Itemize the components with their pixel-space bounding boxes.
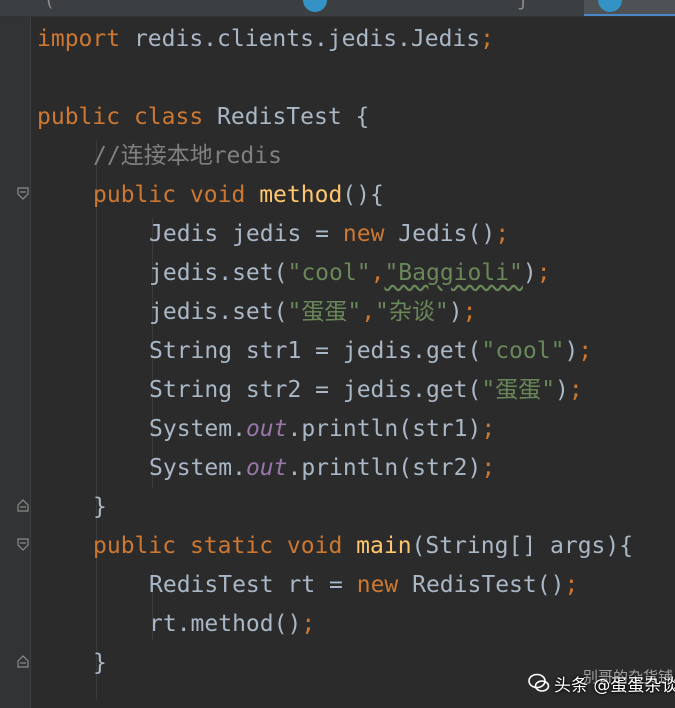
editor-tab-partial[interactable]: (	[44, 0, 55, 11]
close-brace: }	[93, 650, 107, 676]
keyword-new: new	[356, 572, 399, 598]
comma: ,	[361, 299, 376, 325]
declaration: RedisTest rt =	[149, 572, 357, 598]
code-line-set-2[interactable]: jedis.set("蛋蛋","杂谈");	[149, 293, 476, 332]
close-brace: }	[93, 494, 107, 520]
code-line-rt-call[interactable]: rt.method();	[149, 605, 315, 644]
editor-gutter	[0, 17, 30, 708]
wechat-logo-icon	[528, 673, 550, 692]
semicolon: ;	[564, 572, 579, 598]
method-call: jedis.set(	[149, 260, 288, 286]
keyword-static: static	[189, 533, 274, 559]
close-paren: )	[522, 260, 537, 286]
fold-collapse-icon[interactable]	[17, 538, 29, 551]
semicolon: ;	[536, 260, 551, 286]
static-field: out	[245, 455, 288, 481]
close-paren: )	[448, 299, 463, 325]
string-literal: "蛋蛋"	[481, 377, 556, 403]
method-params: (String[] args){	[411, 533, 634, 559]
code-editor[interactable]: ( j import redis.clients.jedis.Jedis; pu…	[0, 0, 675, 708]
editor-tab-partial-2[interactable]: j	[517, 0, 528, 11]
close-paren: )	[555, 377, 569, 403]
code-line-print-1[interactable]: System.out.println(str1);	[149, 410, 495, 449]
code-line-class-decl[interactable]: public class RedisTest {	[37, 98, 369, 137]
static-field: out	[245, 416, 288, 442]
keyword-class: class	[133, 104, 204, 130]
fold-end-icon[interactable]	[17, 499, 29, 512]
code-line-jedis-new[interactable]: Jedis jedis = new Jedis();	[149, 215, 509, 254]
semicolon: ;	[578, 338, 593, 364]
close-paren: )	[564, 338, 579, 364]
constructor-call: Jedis()	[384, 221, 496, 247]
comma: ,	[370, 260, 385, 286]
editor-tab-bar: ( j	[0, 0, 675, 17]
semicolon: ;	[480, 26, 494, 52]
gutter-separator	[30, 17, 31, 708]
code-line-get-2[interactable]: String str2 = jedis.get("蛋蛋");	[149, 371, 583, 410]
string-literal-typo: "Baggioli"	[384, 260, 523, 286]
method-call: .println(str1)	[287, 416, 482, 442]
keyword-new: new	[342, 221, 385, 247]
java-class-icon	[303, 0, 327, 12]
keyword-public: public	[93, 533, 177, 559]
comment-text: //连接本地redis	[93, 143, 282, 169]
code-line-method-close[interactable]: }	[93, 488, 107, 527]
keyword-import: import	[37, 26, 121, 52]
java-class-icon-active	[598, 0, 622, 12]
class-ref: System.	[149, 416, 246, 442]
code-line-print-2[interactable]: System.out.println(str2);	[149, 449, 495, 488]
fold-end-icon[interactable]	[17, 655, 29, 668]
code-line-rt-new[interactable]: RedisTest rt = new RedisTest();	[149, 566, 578, 605]
string-literal: "cool"	[287, 260, 371, 286]
semicolon: ;	[481, 416, 496, 442]
declaration: String str2 = jedis.get(	[149, 377, 482, 403]
string-literal: "杂谈"	[375, 299, 449, 325]
class-name: RedisTest {	[203, 104, 370, 130]
constructor-call: RedisTest()	[398, 572, 565, 598]
semicolon: ;	[301, 611, 316, 637]
code-line-get-1[interactable]: String str1 = jedis.get("cool");	[149, 332, 592, 371]
method-call: rt.method()	[149, 611, 302, 637]
editor-tab-active[interactable]	[584, 0, 675, 16]
keyword-public: public	[93, 182, 177, 208]
method-call: jedis.set(	[149, 299, 288, 325]
semicolon: ;	[495, 221, 510, 247]
method-params: (){	[342, 182, 384, 208]
watermark-overlay-text: 别哥的杂货铺	[583, 668, 674, 686]
string-literal: "蛋蛋"	[287, 299, 362, 325]
code-line-comment[interactable]: //连接本地redis	[93, 137, 282, 176]
code-line-main-close[interactable]: }	[93, 644, 107, 683]
code-line-main-decl[interactable]: public static void main(String[] args){	[93, 527, 633, 566]
fold-collapse-icon[interactable]	[17, 187, 29, 200]
import-path: redis.clients.jedis.Jedis	[120, 26, 481, 52]
keyword-void: void	[286, 533, 343, 559]
declaration: Jedis jedis =	[149, 221, 343, 247]
code-line-import[interactable]: import redis.clients.jedis.Jedis;	[37, 20, 494, 59]
code-line-method-decl[interactable]: public void method(){	[93, 176, 384, 215]
method-name: method	[259, 182, 343, 208]
method-name: main	[356, 533, 412, 559]
semicolon: ;	[462, 299, 477, 325]
method-call: .println(str2)	[287, 455, 482, 481]
declaration: String str1 = jedis.get(	[149, 338, 482, 364]
semicolon: ;	[568, 377, 583, 403]
string-literal: "cool"	[481, 338, 565, 364]
class-ref: System.	[149, 455, 246, 481]
indent-guide	[96, 140, 97, 700]
semicolon: ;	[481, 455, 496, 481]
keyword-public: public	[37, 104, 121, 130]
code-line-set-1[interactable]: jedis.set("cool","Baggioli");	[149, 254, 551, 293]
keyword-void: void	[189, 182, 246, 208]
